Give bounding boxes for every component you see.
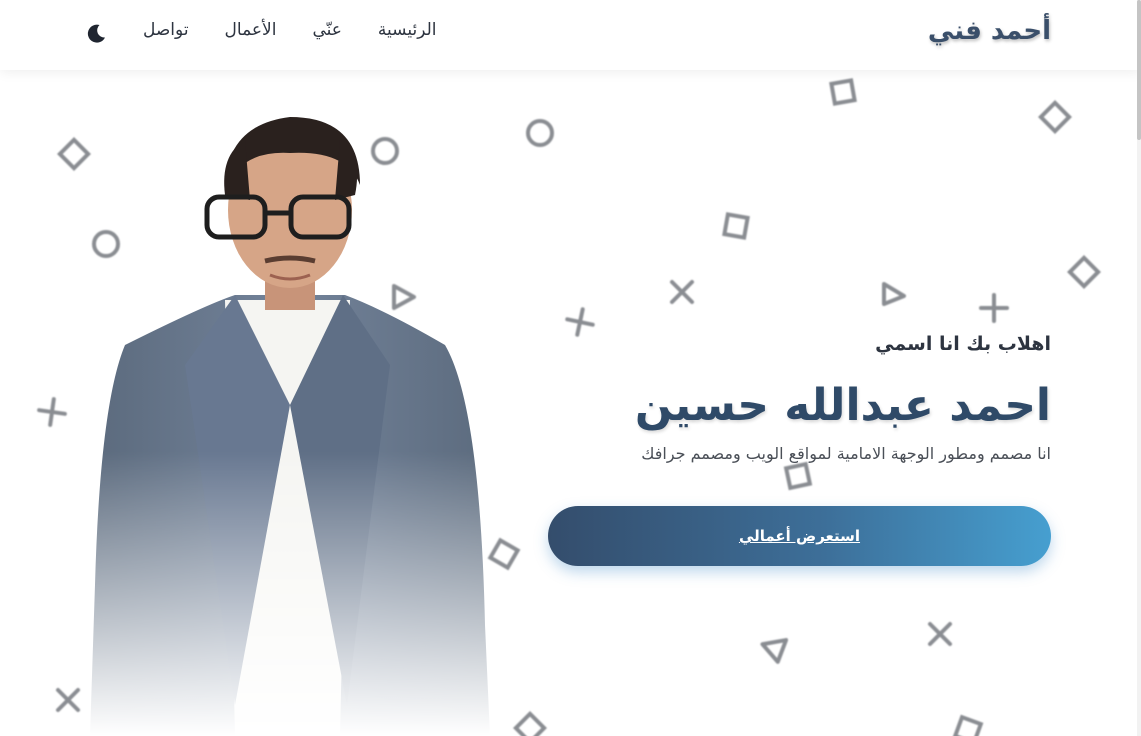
square-shape-icon	[1067, 255, 1101, 289]
triangle-shape-icon	[760, 638, 789, 664]
navbar: أحمد فني الرئيسية عنّي الأعمال تواصل	[0, 0, 1141, 70]
hero-description: انا مصمم ومطور الوجهة الامامية لمواقع ال…	[641, 444, 1051, 463]
page-scrollbar[interactable]	[1137, 0, 1141, 736]
square-shape-icon	[1038, 100, 1072, 134]
cross-shape-icon	[56, 688, 80, 712]
cross-shape-icon	[928, 622, 952, 646]
nav-links: الرئيسية عنّي الأعمال تواصل	[143, 20, 436, 40]
nav-link-works[interactable]: الأعمال	[225, 20, 277, 40]
circle-shape-icon	[526, 119, 554, 147]
intro-text: اهلاب بك انا اسمي	[875, 333, 1051, 355]
cross-shape-icon	[565, 307, 595, 337]
brand-logo[interactable]: أحمد فني	[928, 16, 1051, 46]
nav-link-about[interactable]: عنّي	[312, 20, 341, 40]
nav-link-contact[interactable]: تواصل	[143, 20, 189, 40]
cross-shape-icon	[979, 293, 1009, 323]
portrait-photo-icon	[90, 117, 490, 736]
view-works-button[interactable]: استعرض أعمالي	[548, 506, 1051, 566]
cross-shape-icon	[37, 397, 67, 427]
moon-icon[interactable]	[84, 22, 108, 46]
scrollbar-thumb[interactable]	[1137, 0, 1141, 140]
square-shape-icon	[783, 461, 813, 491]
nav-link-home[interactable]: الرئيسية	[378, 20, 437, 40]
square-shape-icon	[722, 212, 750, 240]
hero-name: احمد عبدالله حسين	[634, 380, 1051, 431]
square-shape-icon	[513, 711, 547, 736]
triangle-shape-icon	[882, 282, 906, 306]
cross-shape-icon	[670, 280, 694, 304]
square-shape-icon	[952, 714, 984, 736]
square-shape-icon	[829, 78, 857, 106]
